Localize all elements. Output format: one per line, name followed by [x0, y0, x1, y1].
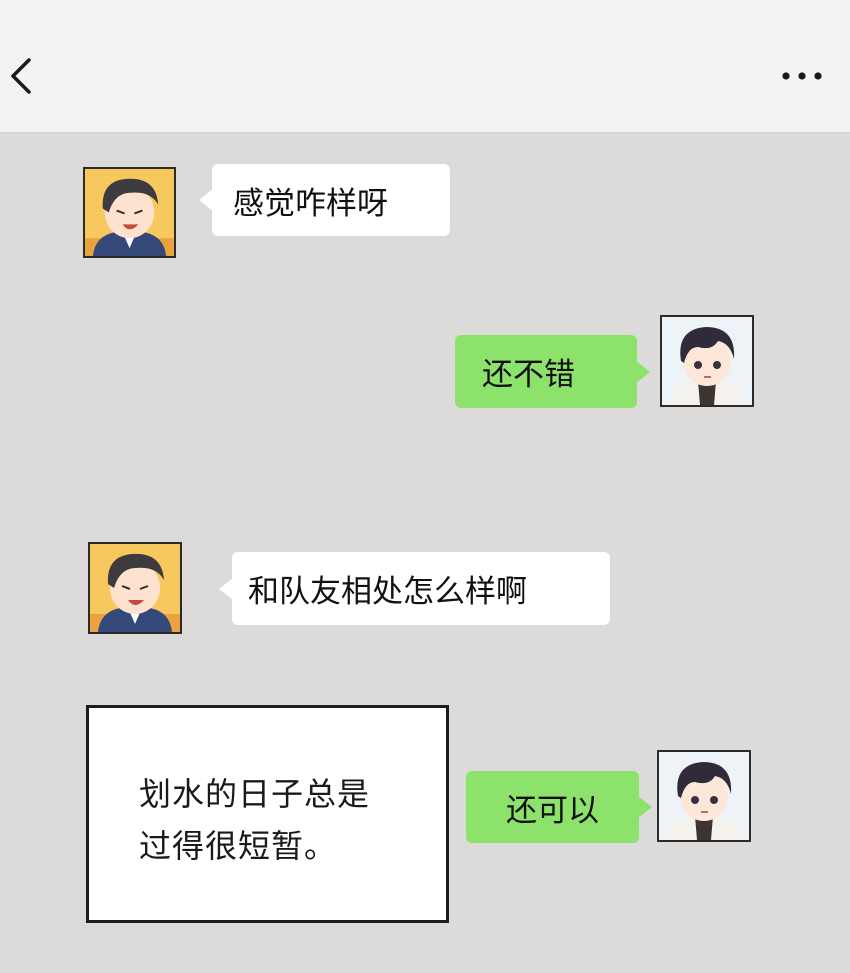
- bubble-tail: [636, 360, 650, 383]
- more-horizontal-icon[interactable]: [778, 64, 826, 88]
- player-avatar[interactable]: [657, 750, 751, 842]
- boss-avatar[interactable]: [88, 542, 182, 634]
- message-text: 感觉咋样呀: [233, 185, 388, 222]
- outgoing-message-bubble: 还不错: [455, 335, 650, 408]
- bubble-tail: [199, 189, 213, 211]
- player-avatar[interactable]: [660, 315, 754, 407]
- message-text: 还可以: [506, 792, 599, 829]
- chat-top-bar: [0, 0, 850, 133]
- boss-avatar[interactable]: [83, 167, 176, 258]
- chevron-left-icon[interactable]: [4, 54, 40, 98]
- incoming-message-bubble: 和队友相处怎么样啊: [219, 552, 610, 625]
- message-text: 还不错: [482, 357, 575, 393]
- narration-line-2: 过得很短暂。: [139, 827, 338, 865]
- narration-line-1: 划水的日子总是: [139, 775, 371, 813]
- bubble-tail: [638, 796, 652, 818]
- message-text: 和队友相处怎么样啊: [248, 574, 527, 610]
- outgoing-message-bubble: 还可以: [466, 771, 652, 843]
- bubble-tail: [219, 577, 233, 600]
- incoming-message-bubble: 感觉咋样呀: [199, 164, 450, 236]
- narration-caption-box: 划水的日子总是 过得很短暂。: [86, 705, 449, 923]
